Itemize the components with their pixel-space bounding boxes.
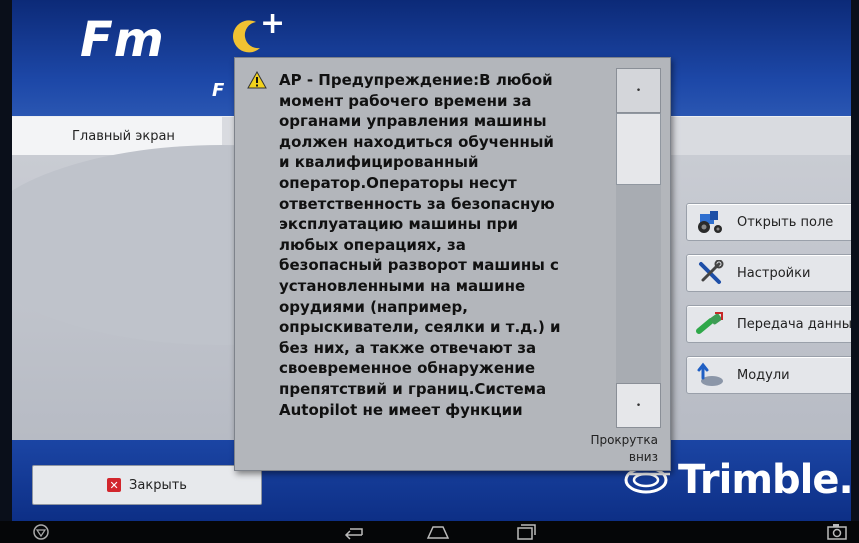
scroll-up-button[interactable]: •: [616, 68, 661, 113]
data-transfer-label: Передача данных: [737, 316, 851, 332]
android-navigation-bar: [0, 521, 859, 543]
wrench-screwdriver-icon: [699, 260, 724, 284]
logo-plus: +: [260, 6, 286, 41]
screenshot-icon[interactable]: [826, 523, 848, 541]
logo-sub: F: [212, 80, 225, 101]
chevron-down-icon: •: [635, 400, 642, 411]
fmx-logo: Fm + F: [80, 6, 285, 101]
chevron-up-icon: •: [635, 85, 642, 96]
data-transfer-button[interactable]: Передача данных: [686, 305, 851, 343]
close-icon: ✕: [107, 478, 122, 492]
close-label: Закрыть: [129, 477, 187, 493]
settings-label: Настройки: [737, 265, 811, 281]
recent-apps-icon[interactable]: [515, 523, 537, 541]
screen-bezel-left: [0, 0, 12, 521]
logo-text: Fm: [80, 12, 165, 68]
trimble-launcher-icon[interactable]: [32, 523, 50, 541]
modules-label: Модули: [737, 367, 790, 383]
settings-button[interactable]: Настройки: [686, 254, 851, 292]
warning-message: AP - Предупреждение:В любой момент рабоч…: [279, 71, 561, 419]
warning-icon: [247, 71, 267, 89]
trimble-brand-text: Trimble.: [678, 457, 851, 503]
scroll-down-button[interactable]: •: [616, 383, 661, 428]
warning-dialog: AP - Предупреждение:В любой момент рабоч…: [234, 57, 671, 471]
data-transfer-icon: [696, 312, 723, 334]
scroll-thumb[interactable]: [616, 113, 661, 185]
back-icon[interactable]: [340, 523, 366, 541]
close-button[interactable]: ✕ Закрыть: [32, 465, 262, 505]
modules-button[interactable]: Модули: [686, 356, 851, 394]
screen-bezel-right: [851, 0, 859, 521]
home-icon[interactable]: [425, 523, 451, 541]
tab-main-screen-label: Главный экран: [72, 128, 175, 144]
modules-icon: [697, 362, 723, 386]
scrollbar[interactable]: • •: [616, 68, 661, 428]
app-window: Fm + F Главный экран Открыть поле Настро…: [12, 0, 851, 521]
open-field-label: Открыть поле: [737, 214, 834, 230]
open-field-button[interactable]: Открыть поле: [686, 203, 851, 241]
scroll-down-hint: Прокрутка вниз: [590, 433, 658, 464]
tractor-icon: [698, 211, 722, 233]
